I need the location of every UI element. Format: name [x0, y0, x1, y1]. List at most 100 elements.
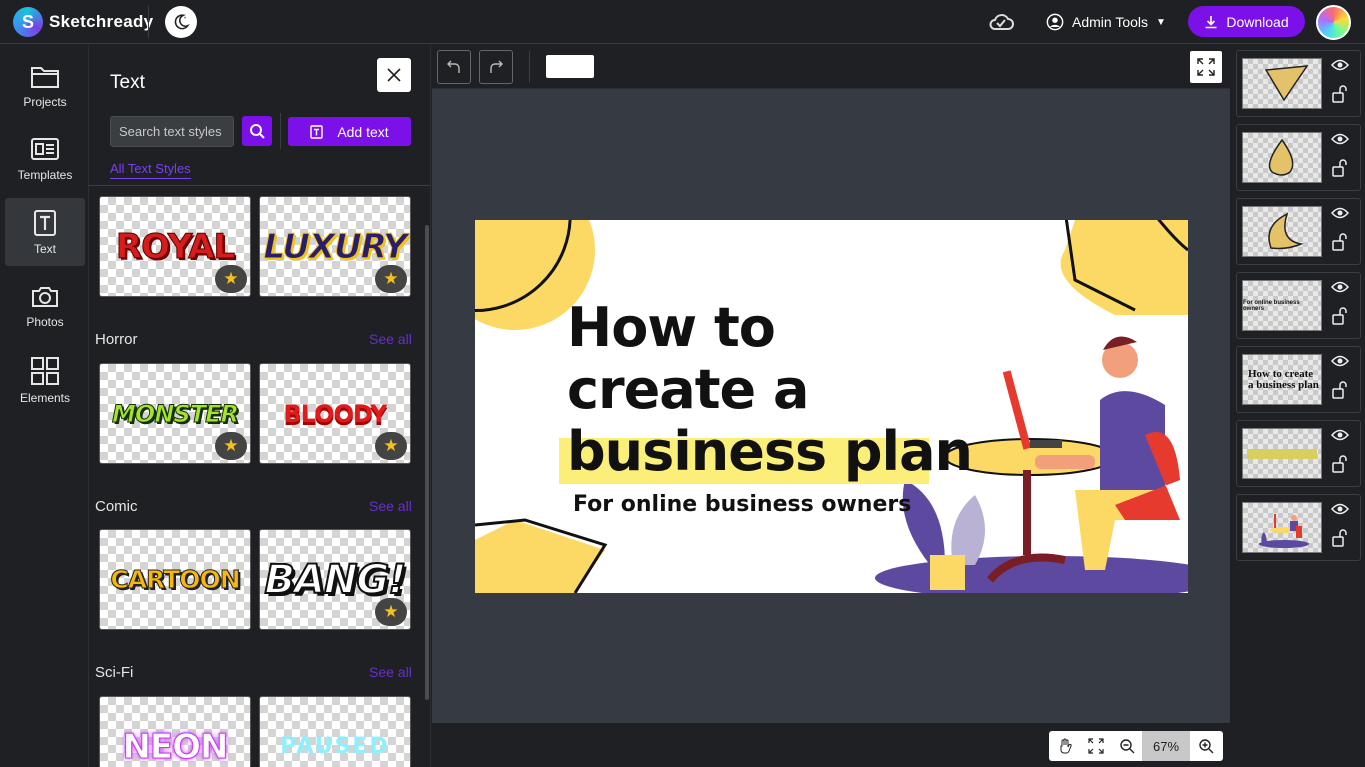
- premium-star-icon: ★: [375, 432, 407, 460]
- title-line-1[interactable]: How to: [567, 296, 776, 359]
- see-all-horror-link[interactable]: See all: [369, 331, 412, 347]
- undo-button[interactable]: [437, 50, 471, 84]
- text-icon: [34, 209, 56, 236]
- logo-icon: S: [13, 7, 43, 37]
- panel-close-button[interactable]: [377, 58, 411, 92]
- rail-item-text[interactable]: Text: [5, 198, 85, 266]
- rail-label: Photos: [26, 314, 64, 329]
- text-styles-panel: Text Search text styles Add text All Tex…: [89, 45, 431, 767]
- cloud-save-icon[interactable]: [988, 11, 1014, 38]
- eye-icon[interactable]: [1330, 354, 1350, 373]
- rail-item-photos[interactable]: Photos: [5, 272, 85, 340]
- zoom-level: 67%: [1142, 731, 1190, 761]
- text-box-icon: [310, 124, 324, 139]
- panel-scrollbar[interactable]: [425, 225, 429, 700]
- user-circle-icon: [1046, 13, 1064, 31]
- app-logo[interactable]: S Sketchready: [13, 7, 153, 37]
- admin-tools-label: Admin Tools: [1072, 14, 1149, 30]
- panel-title: Text: [110, 72, 145, 93]
- unlock-icon[interactable]: [1332, 85, 1348, 108]
- unlock-icon[interactable]: [1332, 307, 1348, 330]
- fullscreen-button[interactable]: [1190, 51, 1222, 83]
- layer-item[interactable]: [1236, 124, 1361, 191]
- unlock-icon[interactable]: [1332, 529, 1348, 552]
- zoom-out-icon: [1119, 739, 1134, 754]
- rail-label: Text: [33, 241, 56, 256]
- eye-icon[interactable]: [1330, 58, 1350, 77]
- layer-item[interactable]: [1236, 494, 1361, 561]
- text-style-monster[interactable]: MONSTER ★: [99, 363, 251, 464]
- text-style-cartoon[interactable]: CARTOON: [99, 529, 251, 630]
- fit-screen-icon: [1087, 738, 1104, 754]
- text-style-neon[interactable]: NEON: [99, 696, 251, 767]
- caret-down-icon: ▼: [1156, 16, 1166, 28]
- unlock-icon[interactable]: [1332, 159, 1348, 182]
- see-all-scifi-link[interactable]: See all: [369, 664, 412, 680]
- layer-item[interactable]: For online business owners: [1236, 272, 1361, 339]
- layer-thumbnail: How to create a business plan: [1242, 354, 1322, 405]
- eye-icon[interactable]: [1330, 132, 1350, 151]
- design-canvas[interactable]: How to create a business plan For online…: [475, 220, 1188, 593]
- zoom-in-button[interactable]: [1190, 731, 1221, 761]
- rail-label: Projects: [23, 94, 67, 109]
- top-bar: S Sketchready * Admin Tools ▼ Download: [0, 0, 1365, 44]
- unlock-icon[interactable]: [1332, 455, 1348, 478]
- unlock-icon[interactable]: [1332, 233, 1348, 256]
- download-label: Download: [1226, 13, 1289, 30]
- layer-thumbnail: [1242, 206, 1322, 257]
- category-title: Sci-Fi: [95, 664, 134, 681]
- editor-toolbar: [432, 45, 1230, 89]
- see-all-comic-link[interactable]: See all: [369, 498, 412, 514]
- rail-item-elements[interactable]: Elements: [5, 346, 85, 414]
- all-text-styles-link[interactable]: All Text Styles: [110, 161, 191, 179]
- rail-item-projects[interactable]: Projects: [5, 52, 85, 120]
- left-nav-rail: Projects Templates Text Photos Elements: [0, 45, 89, 767]
- search-button[interactable]: [242, 116, 272, 146]
- admin-tools-menu[interactable]: Admin Tools ▼: [1046, 13, 1166, 31]
- title-line-2[interactable]: create a: [567, 358, 809, 421]
- layer-thumbnail: For online business owners: [1242, 280, 1322, 331]
- add-text-button[interactable]: Add text: [288, 117, 411, 146]
- eye-icon[interactable]: [1330, 280, 1350, 299]
- zoom-in-icon: [1198, 739, 1213, 754]
- text-style-luxury[interactable]: LUXURY ★: [259, 196, 411, 297]
- text-style-bloody[interactable]: BLOODY ★: [259, 363, 411, 464]
- elements-icon: [31, 356, 59, 385]
- redo-button[interactable]: [479, 50, 513, 84]
- expand-icon: [1197, 58, 1215, 76]
- search-text-styles-input[interactable]: Search text styles: [110, 116, 234, 147]
- unlock-icon[interactable]: [1332, 381, 1348, 404]
- layer-thumbnail: [1242, 58, 1322, 109]
- rail-label: Elements: [19, 390, 71, 405]
- text-style-bang[interactable]: BANG! ★: [259, 529, 411, 630]
- user-avatar[interactable]: [1316, 5, 1351, 40]
- eye-icon[interactable]: [1330, 502, 1350, 521]
- editor-bottom-bar: 67%: [432, 723, 1230, 767]
- layer-thumbnail: [1242, 132, 1322, 183]
- text-style-royal[interactable]: ROYAL ★: [99, 196, 251, 297]
- category-title: Horror: [95, 331, 138, 348]
- background-color-swatch[interactable]: [546, 55, 594, 78]
- eye-icon[interactable]: [1330, 428, 1350, 447]
- dark-mode-toggle[interactable]: *: [165, 6, 197, 38]
- layer-item[interactable]: [1236, 420, 1361, 487]
- text-style-paused[interactable]: PAUSED: [259, 696, 411, 767]
- title-line-3[interactable]: business plan: [567, 420, 973, 483]
- pan-tool-button[interactable]: [1049, 731, 1080, 761]
- layer-thumbnail: [1242, 428, 1322, 479]
- canvas-subtitle[interactable]: For online business owners: [573, 492, 911, 517]
- app-name: Sketchready: [49, 12, 154, 31]
- layer-item[interactable]: [1236, 50, 1361, 117]
- fit-to-screen-button[interactable]: [1080, 731, 1111, 761]
- close-icon: [387, 68, 401, 82]
- premium-star-icon: ★: [375, 265, 407, 293]
- download-button[interactable]: Download: [1188, 6, 1305, 37]
- category-title: Comic: [95, 498, 138, 515]
- eye-icon[interactable]: [1330, 206, 1350, 225]
- layer-item[interactable]: How to create a business plan: [1236, 346, 1361, 413]
- layer-item[interactable]: [1236, 198, 1361, 265]
- rail-item-templates[interactable]: Templates: [5, 125, 85, 193]
- zoom-out-button[interactable]: [1111, 731, 1142, 761]
- download-icon: [1205, 15, 1217, 28]
- toolbar-divider: [529, 51, 530, 83]
